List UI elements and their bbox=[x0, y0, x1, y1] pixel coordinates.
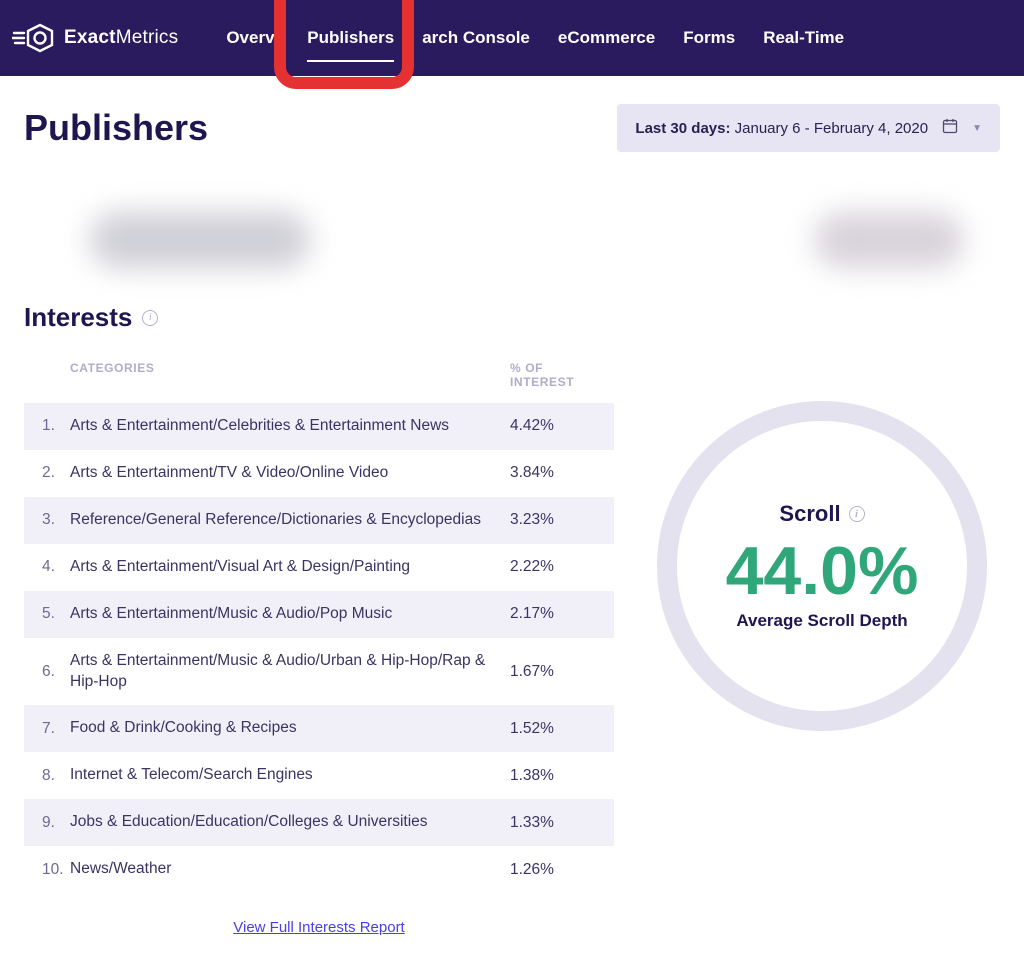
row-category: Arts & Entertainment/Celebrities & Enter… bbox=[70, 416, 510, 437]
info-icon[interactable]: i bbox=[142, 310, 158, 326]
brand-text: ExactMetrics bbox=[64, 27, 178, 49]
interests-table: CATEGORIES % OF INTEREST 1.Arts & Entert… bbox=[24, 361, 614, 937]
tab-forms[interactable]: Forms bbox=[683, 22, 735, 54]
row-pct: 1.33% bbox=[510, 814, 596, 832]
date-range-label: Last 30 days: bbox=[635, 120, 730, 137]
table-row: 10.News/Weather1.26% bbox=[24, 846, 614, 893]
row-category: Arts & Entertainment/Visual Art & Design… bbox=[70, 557, 510, 578]
row-index: 9. bbox=[42, 814, 70, 832]
row-index: 5. bbox=[42, 605, 70, 623]
row-category: News/Weather bbox=[70, 859, 510, 880]
interests-heading: Interests i bbox=[0, 302, 1024, 333]
scroll-value: 44.0% bbox=[726, 537, 919, 605]
row-pct: 3.23% bbox=[510, 511, 596, 529]
row-pct: 4.42% bbox=[510, 417, 596, 435]
page-header: Publishers Last 30 days: January 6 - Feb… bbox=[0, 76, 1024, 152]
table-row: 9.Jobs & Education/Education/Colleges & … bbox=[24, 799, 614, 846]
row-index: 10. bbox=[42, 861, 70, 879]
row-pct: 2.17% bbox=[510, 605, 596, 623]
table-row: 3.Reference/General Reference/Dictionari… bbox=[24, 497, 614, 544]
chevron-down-icon: ▼ bbox=[972, 123, 982, 134]
table-header: CATEGORIES % OF INTEREST bbox=[24, 361, 614, 403]
tab-ecommerce[interactable]: eCommerce bbox=[558, 22, 655, 54]
row-index: 8. bbox=[42, 767, 70, 785]
row-pct: 1.38% bbox=[510, 767, 596, 785]
row-pct: 1.67% bbox=[510, 663, 596, 681]
scroll-title: Scroll i bbox=[779, 501, 864, 527]
table-row: 6.Arts & Entertainment/Music & Audio/Urb… bbox=[24, 638, 614, 706]
tab-search-console[interactable]: arch Console bbox=[422, 22, 530, 54]
tab-real-time[interactable]: Real-Time bbox=[763, 22, 844, 54]
row-index: 1. bbox=[42, 417, 70, 435]
redacted-region bbox=[0, 184, 1024, 296]
col-header-categories: CATEGORIES bbox=[70, 361, 510, 389]
row-index: 2. bbox=[42, 464, 70, 482]
table-row: 4.Arts & Entertainment/Visual Art & Desi… bbox=[24, 544, 614, 591]
brand-icon bbox=[12, 22, 56, 54]
row-category: Reference/General Reference/Dictionaries… bbox=[70, 510, 510, 531]
row-category: Jobs & Education/Education/Colleges & Un… bbox=[70, 812, 510, 833]
tab-publishers[interactable]: Publishers bbox=[307, 22, 394, 54]
table-body: 1.Arts & Entertainment/Celebrities & Ent… bbox=[24, 403, 614, 893]
col-header-pct: % OF INTEREST bbox=[510, 361, 596, 389]
row-category: Arts & Entertainment/TV & Video/Online V… bbox=[70, 463, 510, 484]
row-pct: 1.52% bbox=[510, 720, 596, 738]
table-row: 2.Arts & Entertainment/TV & Video/Online… bbox=[24, 450, 614, 497]
calendar-icon bbox=[942, 118, 958, 138]
row-index: 4. bbox=[42, 558, 70, 576]
row-index: 6. bbox=[42, 663, 70, 681]
row-index: 7. bbox=[42, 720, 70, 738]
row-category: Arts & Entertainment/Music & Audio/Urban… bbox=[70, 651, 510, 693]
table-row: 8.Internet & Telecom/Search Engines1.38% bbox=[24, 752, 614, 799]
tab-overview[interactable]: Overvi bbox=[226, 22, 279, 54]
nav-tabs: Overvi Publishers arch Console eCommerce… bbox=[226, 22, 844, 54]
info-icon[interactable]: i bbox=[849, 506, 865, 522]
table-row: 7.Food & Drink/Cooking & Recipes1.52% bbox=[24, 705, 614, 752]
brand[interactable]: ExactMetrics bbox=[8, 22, 188, 54]
date-range-value: January 6 - February 4, 2020 bbox=[735, 120, 928, 137]
row-category: Arts & Entertainment/Music & Audio/Pop M… bbox=[70, 604, 510, 625]
page-title: Publishers bbox=[24, 107, 208, 149]
scroll-card: Scroll i 44.0% Average Scroll Depth bbox=[644, 361, 1000, 731]
row-pct: 1.26% bbox=[510, 861, 596, 879]
section-title-text: Interests bbox=[24, 302, 132, 333]
date-range-picker[interactable]: Last 30 days: January 6 - February 4, 20… bbox=[617, 104, 1000, 152]
content-area: CATEGORIES % OF INTEREST 1.Arts & Entert… bbox=[0, 333, 1024, 977]
table-row: 1.Arts & Entertainment/Celebrities & Ent… bbox=[24, 403, 614, 450]
row-index: 3. bbox=[42, 511, 70, 529]
row-category: Food & Drink/Cooking & Recipes bbox=[70, 718, 510, 739]
scroll-depth-circle: Scroll i 44.0% Average Scroll Depth bbox=[657, 401, 987, 731]
table-row: 5.Arts & Entertainment/Music & Audio/Pop… bbox=[24, 591, 614, 638]
top-nav: ExactMetrics Overvi Publishers arch Cons… bbox=[0, 0, 1024, 76]
row-pct: 2.22% bbox=[510, 558, 596, 576]
full-report-link-wrap: View Full Interests Report bbox=[24, 919, 614, 937]
row-category: Internet & Telecom/Search Engines bbox=[70, 765, 510, 786]
row-pct: 3.84% bbox=[510, 464, 596, 482]
scroll-subtitle: Average Scroll Depth bbox=[736, 611, 907, 631]
